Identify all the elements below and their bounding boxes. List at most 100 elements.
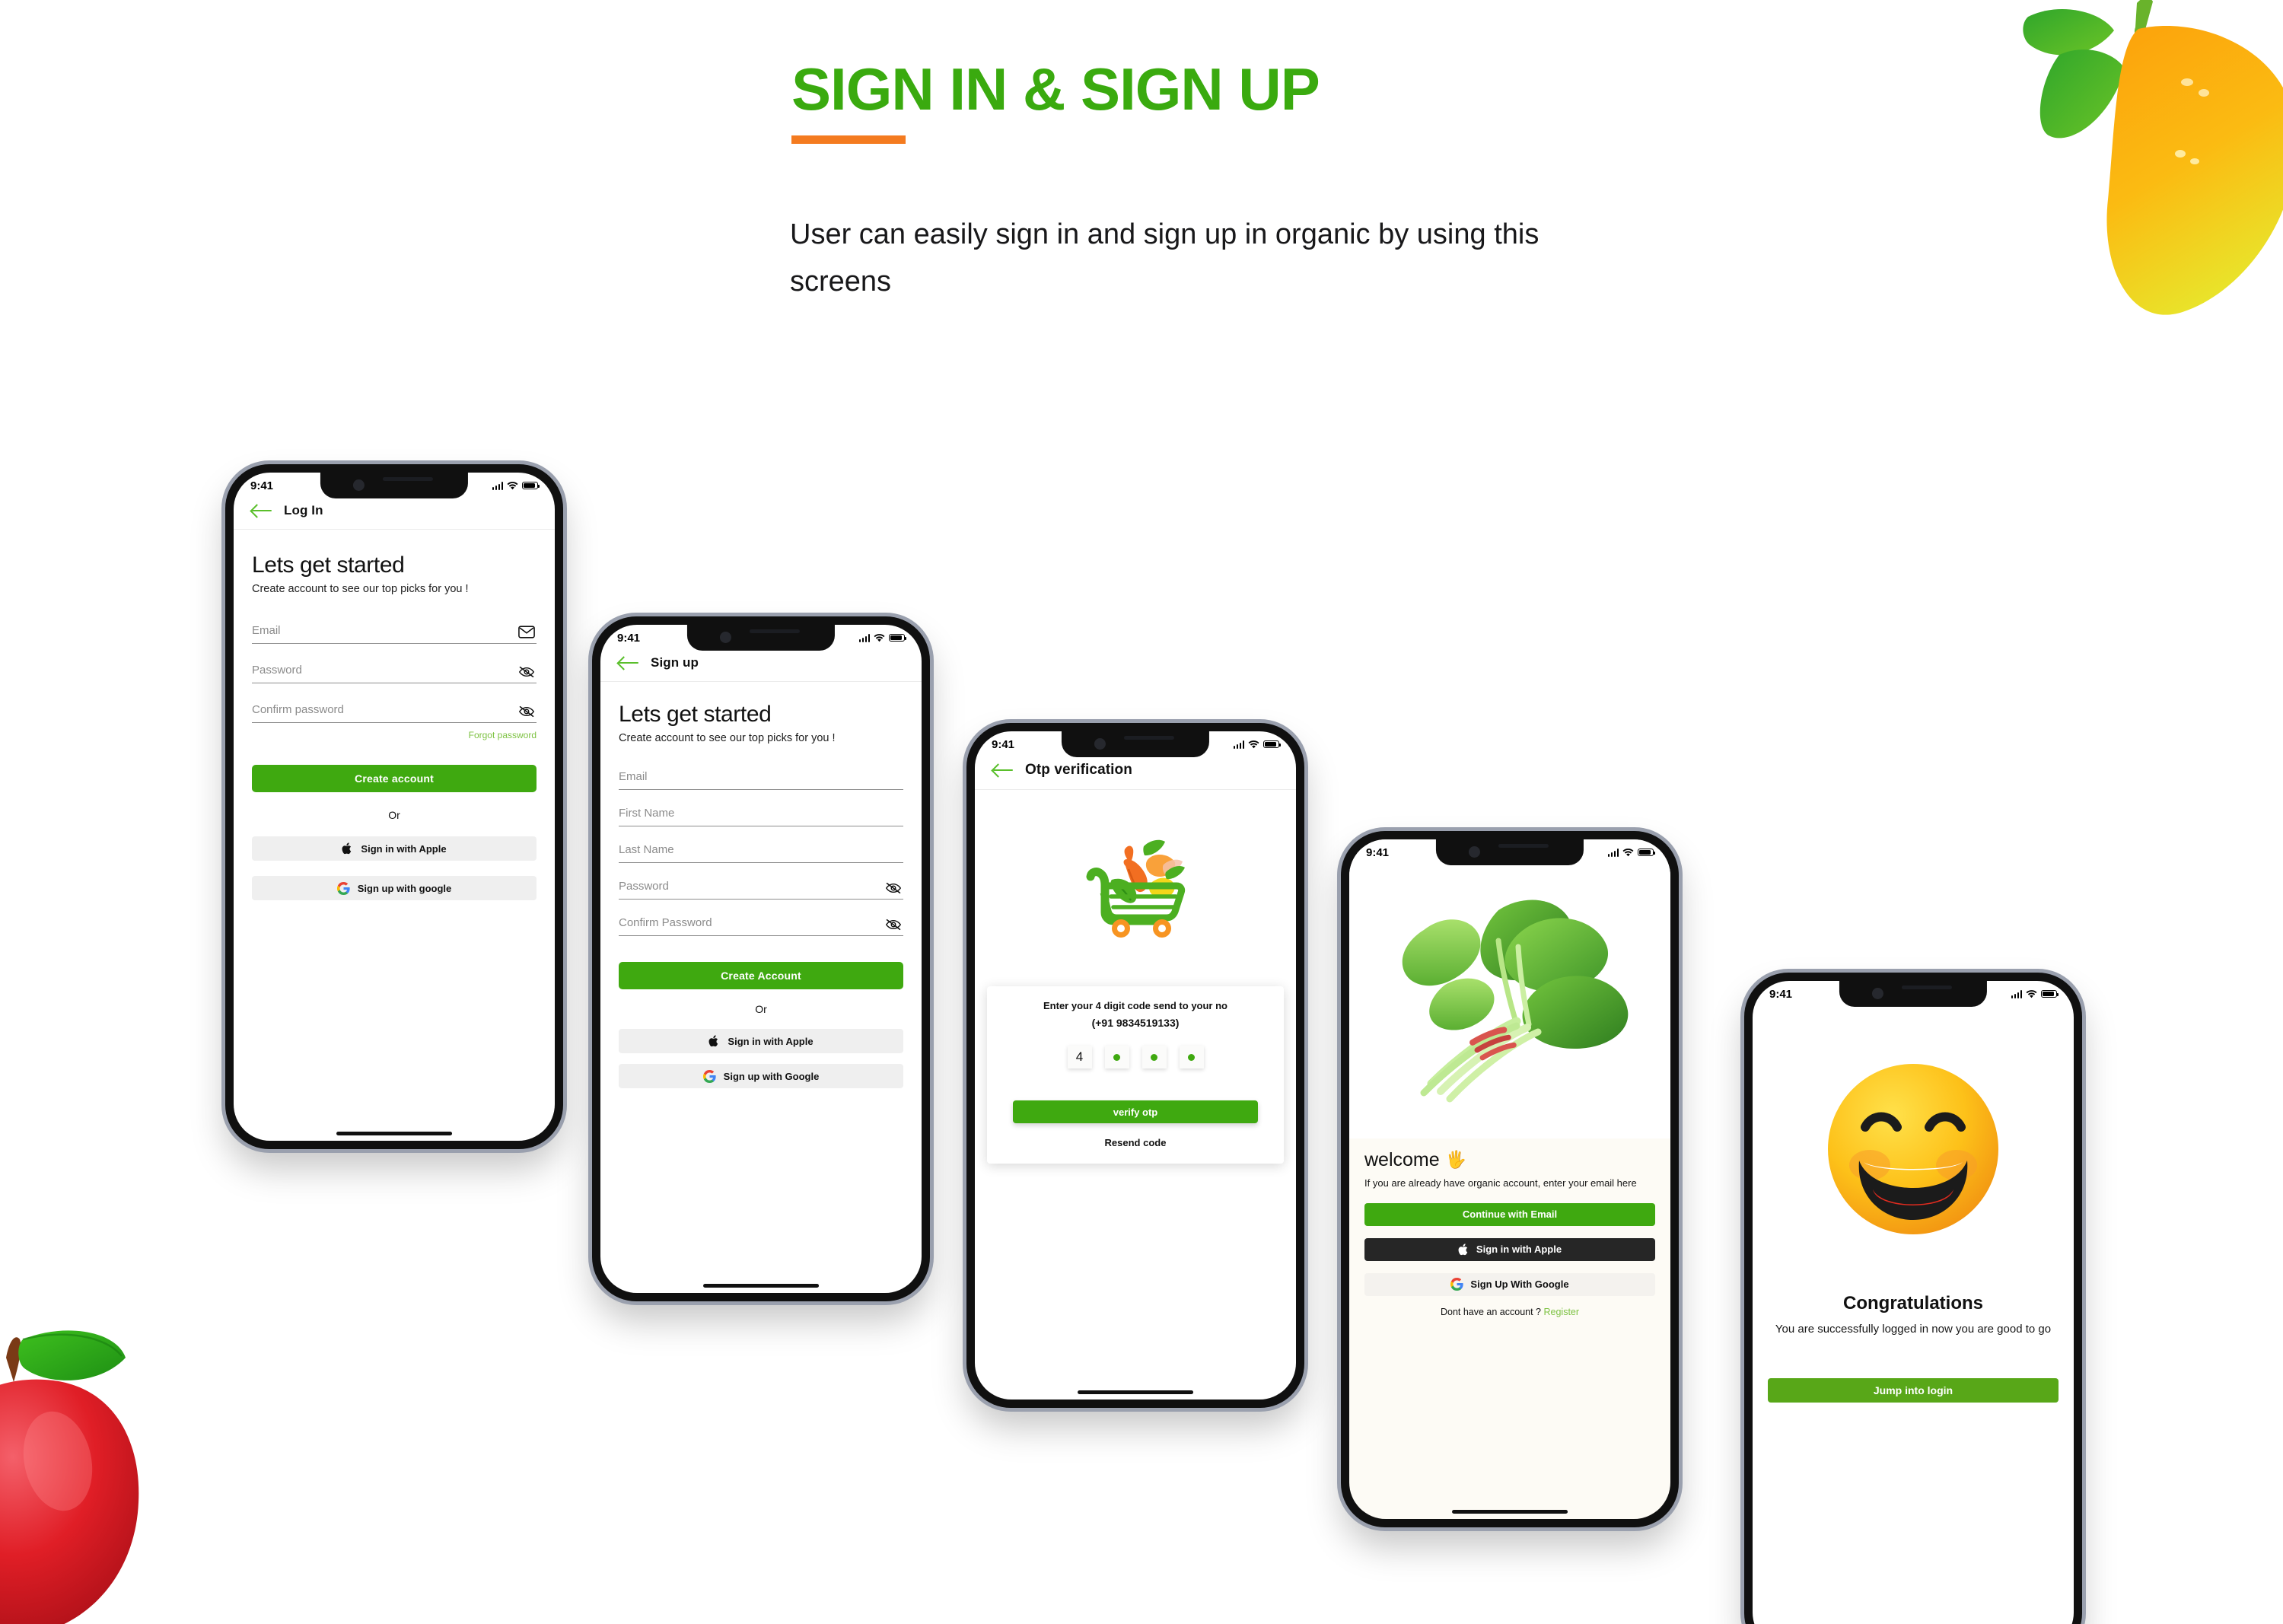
otp-phone-number: (+91 9834519133)	[1091, 1017, 1180, 1029]
welcome-subheading: If you are already have organic account,…	[1364, 1177, 1637, 1189]
phone-mockup-signup: 9:41 Sign up Lets get started Create acc…	[592, 616, 930, 1301]
google-icon	[1450, 1278, 1464, 1291]
apple-icon	[1458, 1243, 1469, 1256]
otp-digit-3[interactable]	[1142, 1046, 1167, 1068]
wifi-icon	[1248, 740, 1259, 748]
sign-up-with-google-button[interactable]: Sign up with google	[252, 876, 537, 900]
welcome-heading-text: welcome	[1364, 1148, 1440, 1170]
first-name-field[interactable]: First Name	[619, 807, 903, 826]
battery-icon	[1263, 740, 1282, 748]
apple-button-label: Sign in with Apple	[1476, 1243, 1562, 1256]
organic-cart-logo-icon	[975, 833, 1296, 939]
phone-mockup-welcome: 9:41 welcome 🖐 If you are already have o…	[1341, 831, 1679, 1527]
sign-up-with-google-button[interactable]: Sign Up With Google	[1364, 1272, 1655, 1296]
back-arrow-icon[interactable]	[252, 504, 272, 517]
spinach-bunch-image	[1349, 839, 1670, 1138]
home-indicator	[703, 1284, 819, 1288]
welcome-heading: welcome 🖐	[1364, 1149, 1655, 1171]
home-indicator	[1452, 1510, 1568, 1514]
otp-input-group[interactable]: 4	[999, 1046, 1272, 1068]
signal-icon	[2011, 989, 2022, 998]
jump-into-login-button[interactable]: Jump into login	[1768, 1377, 2059, 1403]
resend-code-link[interactable]: Resend code	[999, 1137, 1272, 1148]
otp-digit-2[interactable]	[1104, 1046, 1129, 1068]
continue-with-email-button[interactable]: Continue with Email	[1364, 1202, 1655, 1226]
or-divider-label: Or	[388, 809, 400, 821]
back-arrow-icon[interactable]	[619, 656, 638, 670]
otp-digit-1[interactable]: 4	[1067, 1046, 1092, 1068]
google-icon	[702, 1069, 716, 1083]
phone-mockup-congratulations: 9:41 Congratulations You are successfull…	[1744, 973, 2082, 1624]
phone-mockup-otp: 9:41 Otp verification Enter your 4 digit…	[966, 723, 1304, 1408]
status-time: 9:41	[1366, 845, 1390, 859]
status-time: 9:41	[250, 479, 274, 492]
apple-illustration	[0, 1312, 221, 1624]
eye-off-icon[interactable]	[885, 882, 902, 894]
status-time: 9:41	[1769, 987, 1793, 1001]
otp-card: Enter your 4 digit code send to your no …	[987, 986, 1284, 1164]
eye-off-icon[interactable]	[885, 919, 902, 931]
confirm-password-field[interactable]: Confirm Password	[619, 916, 903, 936]
battery-icon	[2041, 990, 2059, 998]
wifi-icon	[507, 481, 518, 489]
sign-up-with-google-button[interactable]: Sign up with Google	[619, 1064, 903, 1088]
waving-hand-icon: 🖐	[1445, 1150, 1467, 1170]
apple-icon	[708, 1034, 720, 1048]
email-field[interactable]: Email	[619, 770, 903, 790]
eye-off-icon[interactable]	[518, 705, 535, 718]
wifi-icon	[2026, 989, 2037, 998]
apple-button-label: Sign in with Apple	[361, 842, 447, 855]
google-button-label: Sign up with google	[357, 882, 452, 894]
email-placeholder: Email	[252, 624, 281, 637]
sign-in-with-apple-button[interactable]: Sign in with Apple	[619, 1029, 903, 1053]
phone-notch	[1435, 839, 1584, 865]
signup-heading: Lets get started	[619, 702, 772, 727]
status-time: 9:41	[617, 631, 641, 645]
otp-instruction: Enter your 4 digit code send to your no	[1043, 1000, 1227, 1011]
back-arrow-icon[interactable]	[993, 763, 1013, 777]
phone-notch	[1839, 981, 1988, 1007]
phone-notch	[320, 473, 469, 498]
signal-icon	[858, 633, 870, 642]
eye-off-icon[interactable]	[518, 666, 535, 678]
status-time: 9:41	[992, 737, 1015, 751]
forgot-password-link[interactable]: Forgot password	[252, 730, 537, 740]
google-icon	[336, 881, 350, 895]
register-prompt-text: Dont have an account ?	[1440, 1306, 1544, 1317]
email-field[interactable]: Email	[252, 624, 537, 644]
wifi-icon	[874, 633, 885, 642]
register-link[interactable]: Register	[1543, 1307, 1579, 1317]
google-button-label: Sign Up With Google	[1470, 1279, 1569, 1291]
create-account-button[interactable]: Create Account	[619, 962, 903, 989]
apple-icon	[342, 842, 353, 855]
or-divider-label: Or	[755, 1003, 767, 1015]
create-account-button[interactable]: Create account	[252, 765, 537, 792]
google-button-label: Sign up with Google	[723, 1070, 820, 1082]
sign-in-with-apple-button[interactable]: Sign in with Apple	[1364, 1237, 1655, 1261]
last-name-placeholder: Last Name	[619, 843, 674, 856]
battery-icon	[522, 482, 540, 489]
verify-otp-button[interactable]: verify otp	[1013, 1100, 1258, 1123]
otp-digit-4[interactable]	[1179, 1046, 1204, 1068]
register-prompt: Dont have an account ? Register	[1364, 1307, 1655, 1317]
phone-notch	[686, 625, 836, 651]
apple-button-label: Sign in with Apple	[728, 1035, 814, 1047]
first-name-placeholder: First Name	[619, 807, 675, 820]
password-placeholder: Password	[252, 664, 302, 677]
login-heading: Lets get started	[252, 552, 405, 578]
page-title: SIGN IN & SIGN UP	[791, 56, 1320, 123]
password-field[interactable]: Password	[252, 664, 537, 683]
home-indicator	[1078, 1390, 1193, 1394]
smiling-face-emoji-icon	[1753, 1054, 2074, 1244]
password-field[interactable]: Password	[619, 880, 903, 900]
otp-filled-dot	[1151, 1053, 1157, 1061]
sign-in-with-apple-button[interactable]: Sign in with Apple	[252, 836, 537, 861]
phone-mockup-login: 9:41 Log In Lets get started Create acco…	[225, 464, 563, 1149]
confirm-password-field[interactable]: Confirm password	[252, 703, 537, 723]
otp-filled-dot	[1188, 1053, 1195, 1061]
home-indicator	[336, 1132, 452, 1135]
last-name-field[interactable]: Last Name	[619, 843, 903, 863]
signal-icon	[492, 481, 503, 490]
email-placeholder: Email	[619, 770, 648, 783]
signal-icon	[1607, 848, 1619, 857]
